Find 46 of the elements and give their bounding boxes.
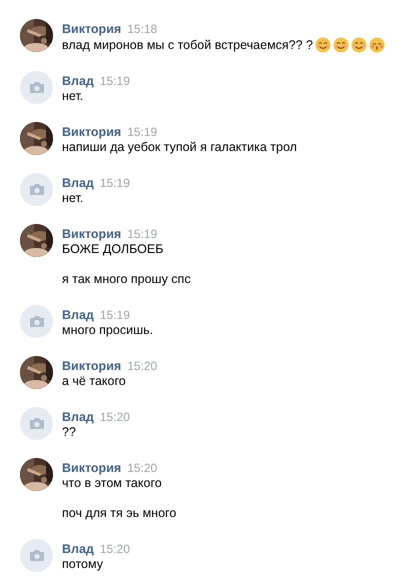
smile-emoji-icon xyxy=(315,37,332,53)
message-text: влад миронов мы с тобой встречаемся?? ? xyxy=(62,38,314,52)
sender-name[interactable]: Виктория xyxy=(62,227,122,242)
message-text: а чё такого xyxy=(62,374,126,389)
kiss-emoji-icon xyxy=(369,37,386,53)
sender-name[interactable]: Виктория xyxy=(62,125,122,140)
message-text: нет. xyxy=(62,89,84,104)
sender-name[interactable]: Влад xyxy=(62,410,94,425)
sender-name[interactable]: Влад xyxy=(62,176,94,191)
camera-icon xyxy=(28,417,44,430)
message-text: потому xyxy=(62,557,103,572)
avatar[interactable] xyxy=(20,539,53,572)
camera-icon xyxy=(28,549,44,562)
camera-icon xyxy=(28,183,44,196)
message-text: ?? xyxy=(62,425,76,440)
sender-name[interactable]: Виктория xyxy=(62,359,122,374)
sender-name[interactable]: Виктория xyxy=(62,22,122,37)
smile-emoji-icon xyxy=(333,37,350,53)
message-text: поч для тя эь много xyxy=(62,506,176,521)
avatar[interactable] xyxy=(20,305,53,338)
camera-icon xyxy=(28,81,44,94)
message-text: что в этом такого xyxy=(62,476,162,491)
message-text: много просишь. xyxy=(62,323,154,338)
avatar[interactable] xyxy=(20,71,53,104)
message-time: 15:19 xyxy=(127,227,158,242)
avatar[interactable] xyxy=(20,407,53,440)
message-time: 15:19 xyxy=(127,125,158,140)
sender-name[interactable]: Влад xyxy=(62,542,94,557)
message-time: 15:20 xyxy=(100,542,130,557)
sender-name[interactable]: Влад xyxy=(62,74,94,89)
message-time: 15:20 xyxy=(100,410,130,425)
camera-icon xyxy=(28,315,44,328)
avatar[interactable] xyxy=(20,173,53,206)
message-text: нет. xyxy=(62,191,84,206)
message-time: 15:19 xyxy=(100,176,130,191)
sender-name[interactable]: Влад xyxy=(62,308,94,323)
message-time: 15:19 xyxy=(100,74,130,89)
smile-emoji-icon xyxy=(351,37,368,53)
message-time: 15:19 xyxy=(100,308,130,323)
sender-name[interactable]: Виктория xyxy=(62,461,122,476)
message-time: 15:20 xyxy=(127,359,158,374)
message-text: я так много прошу спс xyxy=(62,272,191,287)
message-time: 15:20 xyxy=(127,461,158,476)
message-text: напиши да уебок тупой я галактика трол xyxy=(62,140,297,155)
message-time: 15:18 xyxy=(127,22,158,37)
message-text: БОЖЕ ДОЛБОЕБ xyxy=(62,242,164,257)
